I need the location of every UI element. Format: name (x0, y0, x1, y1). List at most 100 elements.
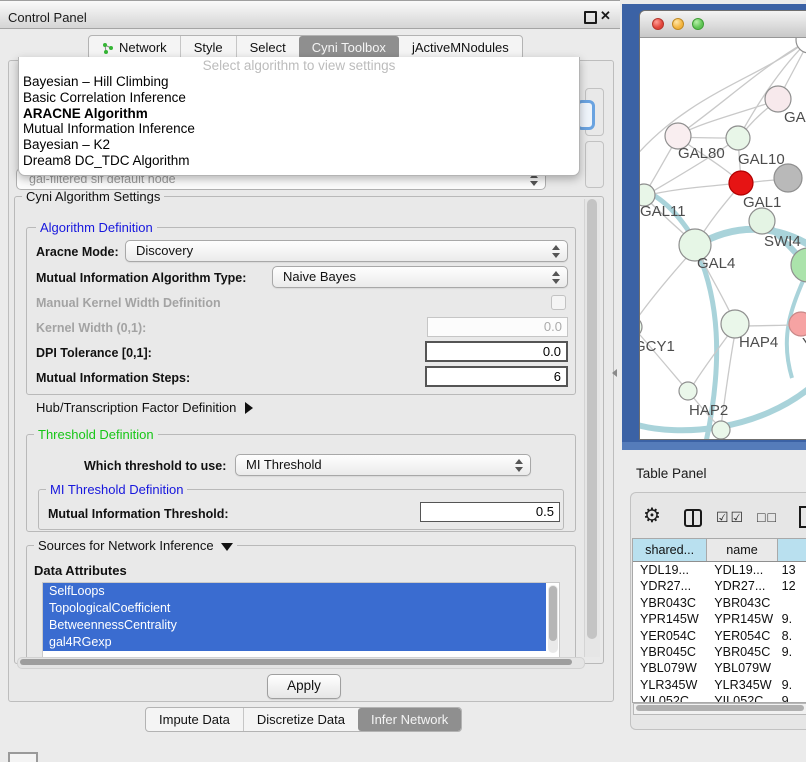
algorithm-definition-title: Algorithm Definition (36, 220, 157, 235)
table-panel-title: Table Panel (636, 466, 707, 481)
table-horizontal-scrollbar[interactable] (633, 703, 806, 715)
table-row[interactable]: YLR345WYLR345W9. (633, 677, 806, 693)
table-row[interactable]: YIL052CYIL052C9. (633, 693, 806, 703)
mi-type-combo[interactable]: Naive Bayes (272, 266, 568, 288)
settings-group-title: Cyni Algorithm Settings (22, 189, 164, 204)
control-panel-titlebar[interactable]: Control Panel ✕ (0, 0, 620, 29)
scrollbar-thumb[interactable] (636, 705, 804, 711)
column-header-partial[interactable] (778, 539, 806, 561)
network-window-titlebar[interactable] (640, 11, 806, 38)
network-view-window[interactable]: GAL GAL80 GAL10 GAL1 GAL11 SWI4 GAL4 GCY… (639, 10, 806, 440)
column-header-name[interactable]: name (707, 539, 777, 561)
tab-infer-network[interactable]: Infer Network (358, 708, 461, 731)
mi-steps-field[interactable]: 6 (425, 366, 568, 387)
mi-threshold-group-title: MI Threshold Definition (46, 482, 187, 497)
node-table: shared... name YDL19...YDL19...13 YDR27.… (632, 538, 806, 703)
node-gal10[interactable] (726, 126, 750, 150)
aracne-mode-label: Aracne Mode: (36, 245, 119, 259)
node-label: GAL4 (697, 255, 735, 272)
algorithm-dropdown-popup: Select algorithm to view settings Bayesi… (18, 57, 580, 176)
kernel-width-label: Kernel Width (0,1): (36, 321, 146, 335)
node-gray[interactable] (774, 164, 802, 192)
close-traffic-light-icon[interactable] (652, 18, 664, 30)
apply-button[interactable]: Apply (267, 674, 341, 699)
node-label: GAL1 (743, 194, 781, 211)
node-partial-top[interactable] (796, 38, 806, 53)
node-label: GAL (784, 109, 806, 126)
node-label: GAL11 (640, 203, 686, 220)
cyni-bottom-tabbar: Impute Data Discretize Data Infer Networ… (145, 707, 462, 732)
algorithm-placeholder: Select algorithm to view settings (19, 57, 579, 74)
mi-threshold-field[interactable]: 0.5 (420, 502, 560, 522)
attribute-item-selected[interactable]: BetweennessCentrality (43, 617, 546, 634)
zoom-traffic-light-icon[interactable] (692, 18, 704, 30)
table-row[interactable]: YPR145WYPR145W9. (633, 611, 806, 627)
hidden-group-fragment-2 (585, 141, 604, 188)
attribute-item-selected[interactable]: TopologicalCoefficient (43, 600, 546, 617)
table-row[interactable]: YBR045CYBR045C9. (633, 644, 806, 660)
table-row[interactable]: YDR27...YDR27...12 (633, 578, 806, 594)
algorithm-option[interactable]: Mutual Information Inference (19, 121, 579, 137)
tab-cyni-toolbox[interactable]: Cyni Toolbox (299, 36, 399, 59)
close-window-icon[interactable]: ✕ (600, 8, 611, 24)
dpi-tolerance-label: DPI Tolerance [0,1]: (36, 346, 152, 360)
algorithm-option[interactable]: Bayesian – Hill Climbing (19, 74, 579, 90)
data-attributes-list[interactable]: SelfLoops TopologicalCoefficient Between… (42, 582, 560, 658)
expander-expanded-icon (221, 543, 233, 551)
which-threshold-label: Which threshold to use: (84, 459, 226, 473)
list-vertical-scrollbar[interactable] (548, 585, 558, 653)
node-swi4[interactable] (749, 208, 775, 234)
settings-vertical-scrollbar[interactable] (584, 199, 600, 657)
scrollbar-thumb[interactable] (20, 659, 572, 665)
dpi-tolerance-field[interactable]: 0.0 (425, 341, 568, 362)
sources-group-title[interactable]: Sources for Network Inference (34, 538, 237, 553)
mi-steps-label: Mutual Information Steps: (36, 371, 190, 385)
tab-jactivemnodules[interactable]: jActiveMNodules (399, 36, 522, 59)
checked-pair-icon[interactable]: ☑☑ (716, 509, 745, 526)
threshold-definition-title: Threshold Definition (34, 427, 158, 442)
tab-style[interactable]: Style (180, 36, 236, 59)
node-partial-bottom[interactable] (712, 421, 730, 439)
table-row[interactable]: YER054CYER054C8. (633, 628, 806, 644)
collapsed-panel-icon[interactable] (8, 752, 38, 762)
kernel-width-field[interactable]: 0.0 (427, 317, 568, 337)
network-frame-edge (622, 442, 806, 450)
attribute-item-selected[interactable]: SelfLoops (43, 583, 546, 600)
attribute-item-selected[interactable]: gal4RGexp (43, 634, 546, 651)
minimize-traffic-light-icon[interactable] (672, 18, 684, 30)
algorithm-option[interactable]: Bayesian – K2 (19, 137, 579, 153)
split-pane-collapse-icon[interactable] (612, 369, 617, 377)
combo-stepper-icon (515, 459, 523, 472)
scrollbar-thumb[interactable] (587, 199, 597, 639)
split-columns-icon[interactable] (684, 509, 702, 527)
manual-kernel-checkbox[interactable] (551, 295, 566, 310)
mi-threshold-label: Mutual Information Threshold: (48, 507, 229, 521)
algorithm-option[interactable]: Basic Correlation Inference (19, 90, 579, 106)
gear-icon[interactable]: ⚙ (643, 503, 661, 528)
node-label: GCY1 (640, 338, 675, 355)
settings-horizontal-scrollbar[interactable] (17, 657, 585, 669)
tab-select[interactable]: Select (236, 36, 299, 59)
algorithm-option[interactable]: Dream8 DC_TDC Algorithm (19, 153, 579, 169)
float-window-icon[interactable] (584, 11, 597, 24)
node-label: Y (802, 335, 806, 352)
table-icon[interactable] (799, 506, 806, 528)
hub-factor-expander[interactable]: Hub/Transcription Factor Definition (36, 400, 253, 415)
tab-impute-data[interactable]: Impute Data (146, 708, 243, 731)
tab-network[interactable]: Network (89, 36, 180, 59)
column-header-shared-name[interactable]: shared... (633, 539, 707, 561)
algorithm-option-selected[interactable]: ARACNE Algorithm (19, 106, 579, 122)
network-canvas[interactable]: GAL GAL80 GAL10 GAL1 GAL11 SWI4 GAL4 GCY… (640, 38, 806, 439)
table-row[interactable]: YDL19...YDL19...13 (633, 562, 806, 578)
aracne-mode-combo[interactable]: Discovery (125, 240, 568, 262)
unchecked-pair-icon[interactable]: □□ (757, 509, 778, 525)
which-threshold-combo[interactable]: MI Threshold (235, 454, 531, 476)
node-hap2[interactable] (679, 382, 697, 400)
table-row[interactable]: YBL079WYBL079W (633, 660, 806, 676)
data-attributes-label: Data Attributes (34, 563, 127, 578)
table-row[interactable]: YBR043CYBR043C (633, 595, 806, 611)
node-gal1[interactable] (729, 171, 753, 195)
tab-discretize-data[interactable]: Discretize Data (243, 708, 358, 731)
node-gcy1[interactable] (640, 317, 642, 337)
scrollbar-thumb[interactable] (549, 586, 557, 641)
